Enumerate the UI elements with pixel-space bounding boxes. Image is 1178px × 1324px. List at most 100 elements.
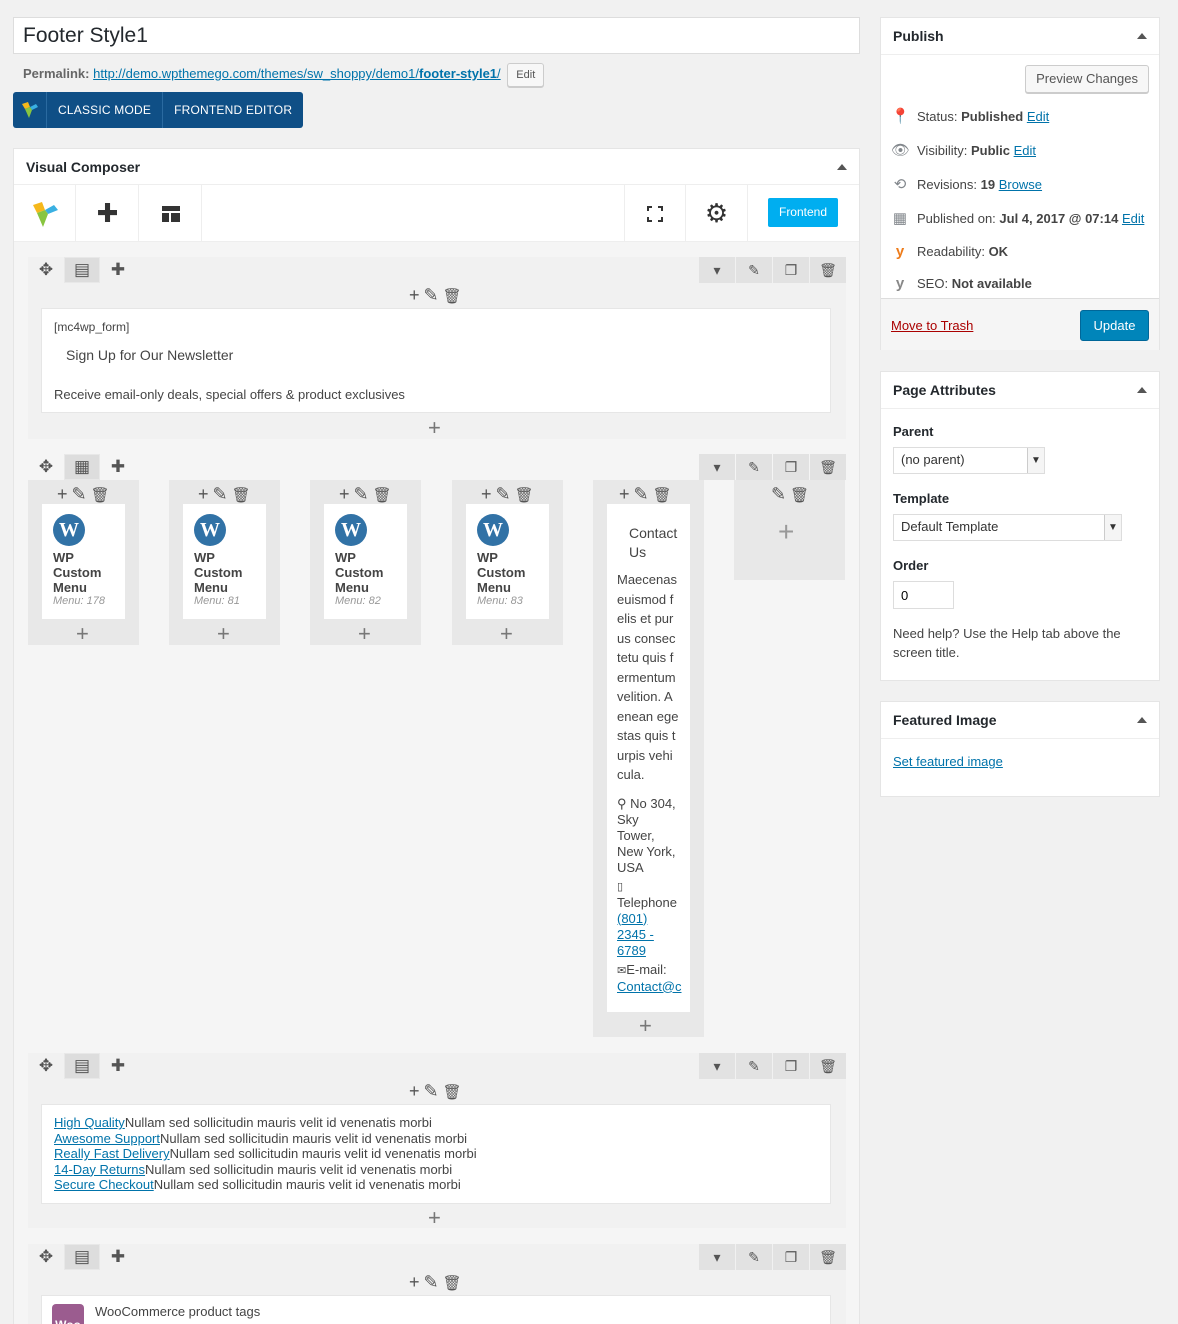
- column-edit-icon[interactable]: ✎: [72, 484, 87, 505]
- row-toggle-icon[interactable]: ▾: [699, 454, 735, 480]
- row-edit-icon[interactable]: ✎: [736, 257, 772, 283]
- feature-link[interactable]: Awesome Support: [54, 1131, 160, 1146]
- row-drag-icon[interactable]: ✥: [28, 1053, 64, 1079]
- column-edit-icon[interactable]: ✎: [213, 484, 228, 505]
- row-layout-icon[interactable]: ▤: [64, 257, 100, 283]
- row-add-column-icon[interactable]: ✚: [100, 1244, 136, 1270]
- set-featured-image-link[interactable]: Set featured image: [893, 754, 1147, 769]
- classic-mode-button[interactable]: CLASSIC MODE: [47, 92, 164, 128]
- move-to-trash-link[interactable]: Move to Trash: [891, 318, 973, 333]
- feature-link[interactable]: 14-Day Returns: [54, 1162, 145, 1177]
- column-add-icon[interactable]: +: [409, 1272, 420, 1293]
- row-edit-icon[interactable]: ✎: [736, 1053, 772, 1079]
- wp-custom-menu-element[interactable]: W WP Custom Menu Menu: 81: [183, 504, 266, 619]
- column-delete-icon[interactable]: 🗑: [373, 486, 392, 504]
- row-add-column-icon[interactable]: ✚: [100, 1053, 136, 1079]
- row-edit-icon[interactable]: ✎: [736, 454, 772, 480]
- column-edit-icon[interactable]: ✎: [424, 1081, 439, 1102]
- row-layout-icon[interactable]: ▤: [64, 1244, 100, 1270]
- status-edit-link[interactable]: Edit: [1027, 109, 1049, 124]
- row-edit-icon[interactable]: ✎: [736, 1244, 772, 1270]
- column-add-icon[interactable]: +: [339, 484, 350, 505]
- published-edit-link[interactable]: Edit: [1122, 211, 1144, 226]
- row-drag-icon[interactable]: ✥: [28, 454, 64, 480]
- collapse-toggle-icon[interactable]: [1137, 717, 1147, 723]
- column-add-icon[interactable]: +: [57, 484, 68, 505]
- template-select[interactable]: Default Template ▼: [893, 514, 1122, 541]
- column-edit-icon[interactable]: ✎: [496, 484, 511, 505]
- row-delete-icon[interactable]: 🗑: [810, 454, 846, 480]
- add-element-plus-icon[interactable]: +: [428, 1207, 441, 1229]
- wp-custom-menu-element[interactable]: W WP Custom Menu Menu: 82: [324, 504, 407, 619]
- row-clone-icon[interactable]: ❐: [773, 1053, 809, 1079]
- phone-link[interactable]: (801) 2345 - 6789: [617, 911, 679, 959]
- row-drag-icon[interactable]: ✥: [28, 1244, 64, 1270]
- collapse-toggle-icon[interactable]: [1137, 387, 1147, 393]
- column-add-icon[interactable]: +: [409, 285, 420, 306]
- column-edit-icon[interactable]: ✎: [634, 484, 649, 505]
- row-layout-icon[interactable]: ▦: [64, 454, 100, 480]
- order-input[interactable]: [893, 581, 954, 609]
- permalink-link[interactable]: http://demo.wpthemego.com/themes/sw_shop…: [93, 66, 501, 81]
- column-delete-icon[interactable]: 🗑: [443, 1083, 462, 1101]
- add-element-plus-icon[interactable]: +: [500, 623, 513, 645]
- column-delete-icon[interactable]: 🗑: [232, 486, 251, 504]
- revisions-browse-link[interactable]: Browse: [999, 177, 1042, 192]
- wp-custom-menu-element[interactable]: W WP Custom Menu Menu: 83: [466, 504, 549, 619]
- vc-brand-icon[interactable]: [14, 185, 76, 242]
- features-element[interactable]: High QualityNullam sed sollicitudin maur…: [41, 1104, 831, 1204]
- row-delete-icon[interactable]: 🗑: [810, 1244, 846, 1270]
- add-element-plus-icon[interactable]: +: [639, 1015, 652, 1037]
- column-edit-icon[interactable]: ✎: [771, 484, 786, 505]
- add-element-plus-icon[interactable]: +: [217, 623, 230, 645]
- column-edit-icon[interactable]: ✎: [424, 1272, 439, 1293]
- row-add-column-icon[interactable]: ✚: [100, 257, 136, 283]
- row-drag-icon[interactable]: ✥: [28, 257, 64, 283]
- column-delete-icon[interactable]: 🗑: [443, 287, 462, 305]
- row-toggle-icon[interactable]: ▾: [699, 1053, 735, 1079]
- collapse-toggle-icon[interactable]: [1137, 33, 1147, 39]
- column-add-icon[interactable]: +: [481, 484, 492, 505]
- collapse-toggle-icon[interactable]: [837, 164, 847, 170]
- update-button[interactable]: Update: [1080, 310, 1149, 341]
- row-toggle-icon[interactable]: ▾: [699, 257, 735, 283]
- parent-select[interactable]: (no parent) ▼: [893, 447, 1045, 474]
- fullscreen-icon[interactable]: [624, 185, 686, 242]
- visibility-edit-link[interactable]: Edit: [1014, 143, 1036, 158]
- settings-gear-icon[interactable]: ⚙: [686, 185, 748, 242]
- row-layout-icon[interactable]: ▤: [64, 1053, 100, 1079]
- wp-custom-menu-element[interactable]: W WP Custom Menu Menu: 178: [42, 504, 125, 619]
- permalink-edit-button[interactable]: Edit: [507, 62, 545, 87]
- add-element-plus-icon[interactable]: +: [76, 623, 89, 645]
- feature-link[interactable]: Really Fast Delivery: [54, 1146, 170, 1161]
- frontend-editor-button[interactable]: FRONTEND EDITOR: [163, 92, 303, 128]
- column-add-icon[interactable]: +: [198, 484, 209, 505]
- column-add-icon[interactable]: +: [619, 484, 630, 505]
- row-clone-icon[interactable]: ❐: [773, 1244, 809, 1270]
- column-delete-icon[interactable]: 🗑: [443, 1274, 462, 1292]
- add-element-plus-icon[interactable]: +: [428, 417, 441, 439]
- column-delete-icon[interactable]: 🗑: [653, 486, 672, 504]
- row-add-column-icon[interactable]: ✚: [100, 454, 136, 480]
- email-link[interactable]: Contact@c: [617, 979, 682, 994]
- feature-link[interactable]: High Quality: [54, 1115, 125, 1130]
- vc-frontend-button[interactable]: Frontend: [768, 198, 838, 227]
- preview-changes-button[interactable]: Preview Changes: [1025, 65, 1149, 93]
- woocommerce-tags-element[interactable]: Woo WooCommerce product tags: [41, 1295, 831, 1324]
- title-input[interactable]: [13, 17, 860, 54]
- column-delete-icon[interactable]: 🗑: [91, 486, 110, 504]
- column-edit-icon[interactable]: ✎: [354, 484, 369, 505]
- row-delete-icon[interactable]: 🗑: [810, 1053, 846, 1079]
- row-clone-icon[interactable]: ❐: [773, 257, 809, 283]
- add-element-plus-icon[interactable]: +: [778, 518, 794, 546]
- contact-element[interactable]: Contact Us Maecenas euismod felis et pur…: [607, 504, 690, 1012]
- templates-icon[interactable]: [140, 185, 202, 242]
- row-delete-icon[interactable]: 🗑: [810, 257, 846, 283]
- feature-link[interactable]: Secure Checkout: [54, 1177, 154, 1192]
- newsletter-element[interactable]: [mc4wp_form] Sign Up for Our Newsletter …: [41, 308, 831, 413]
- column-add-icon[interactable]: +: [409, 1081, 420, 1102]
- row-toggle-icon[interactable]: ▾: [699, 1244, 735, 1270]
- column-delete-icon[interactable]: 🗑: [515, 486, 534, 504]
- column-delete-icon[interactable]: 🗑: [790, 486, 809, 504]
- column-edit-icon[interactable]: ✎: [424, 285, 439, 306]
